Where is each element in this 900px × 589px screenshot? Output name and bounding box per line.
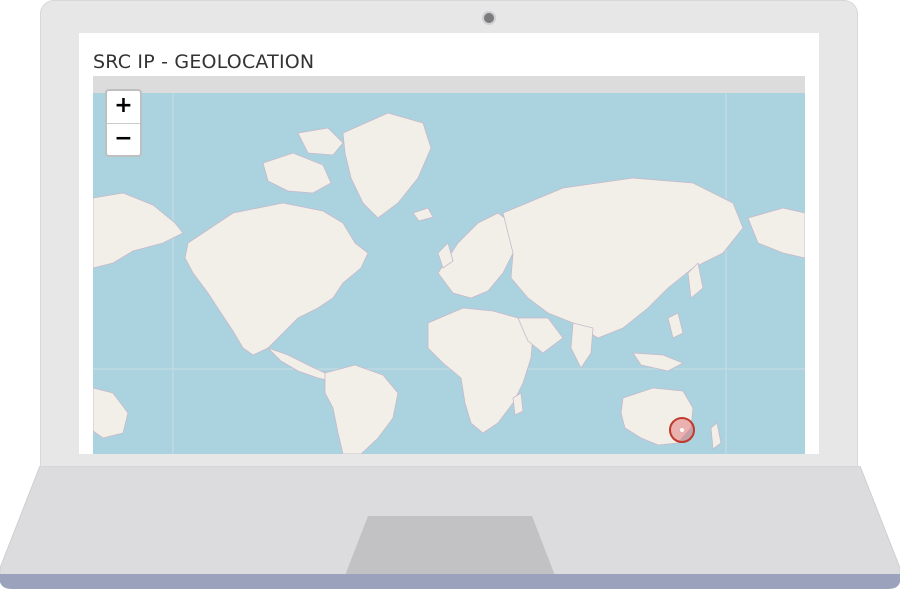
base-edge (0, 574, 900, 589)
panel-title: SRC IP - GEOLOCATION (93, 51, 315, 73)
geo-marker[interactable] (669, 417, 695, 443)
trackpad (344, 516, 556, 578)
laptop-screen: SRC IP - GEOLOCATION + − (79, 33, 819, 454)
zoom-control: + − (105, 89, 142, 157)
webcam-icon (484, 13, 494, 23)
world-map[interactable] (93, 93, 805, 454)
geolocation-map[interactable]: + − (93, 76, 805, 454)
zoom-out-button[interactable]: − (107, 123, 140, 155)
marker-center (680, 428, 684, 432)
zoom-in-button[interactable]: + (107, 91, 140, 123)
laptop-base (0, 466, 900, 589)
